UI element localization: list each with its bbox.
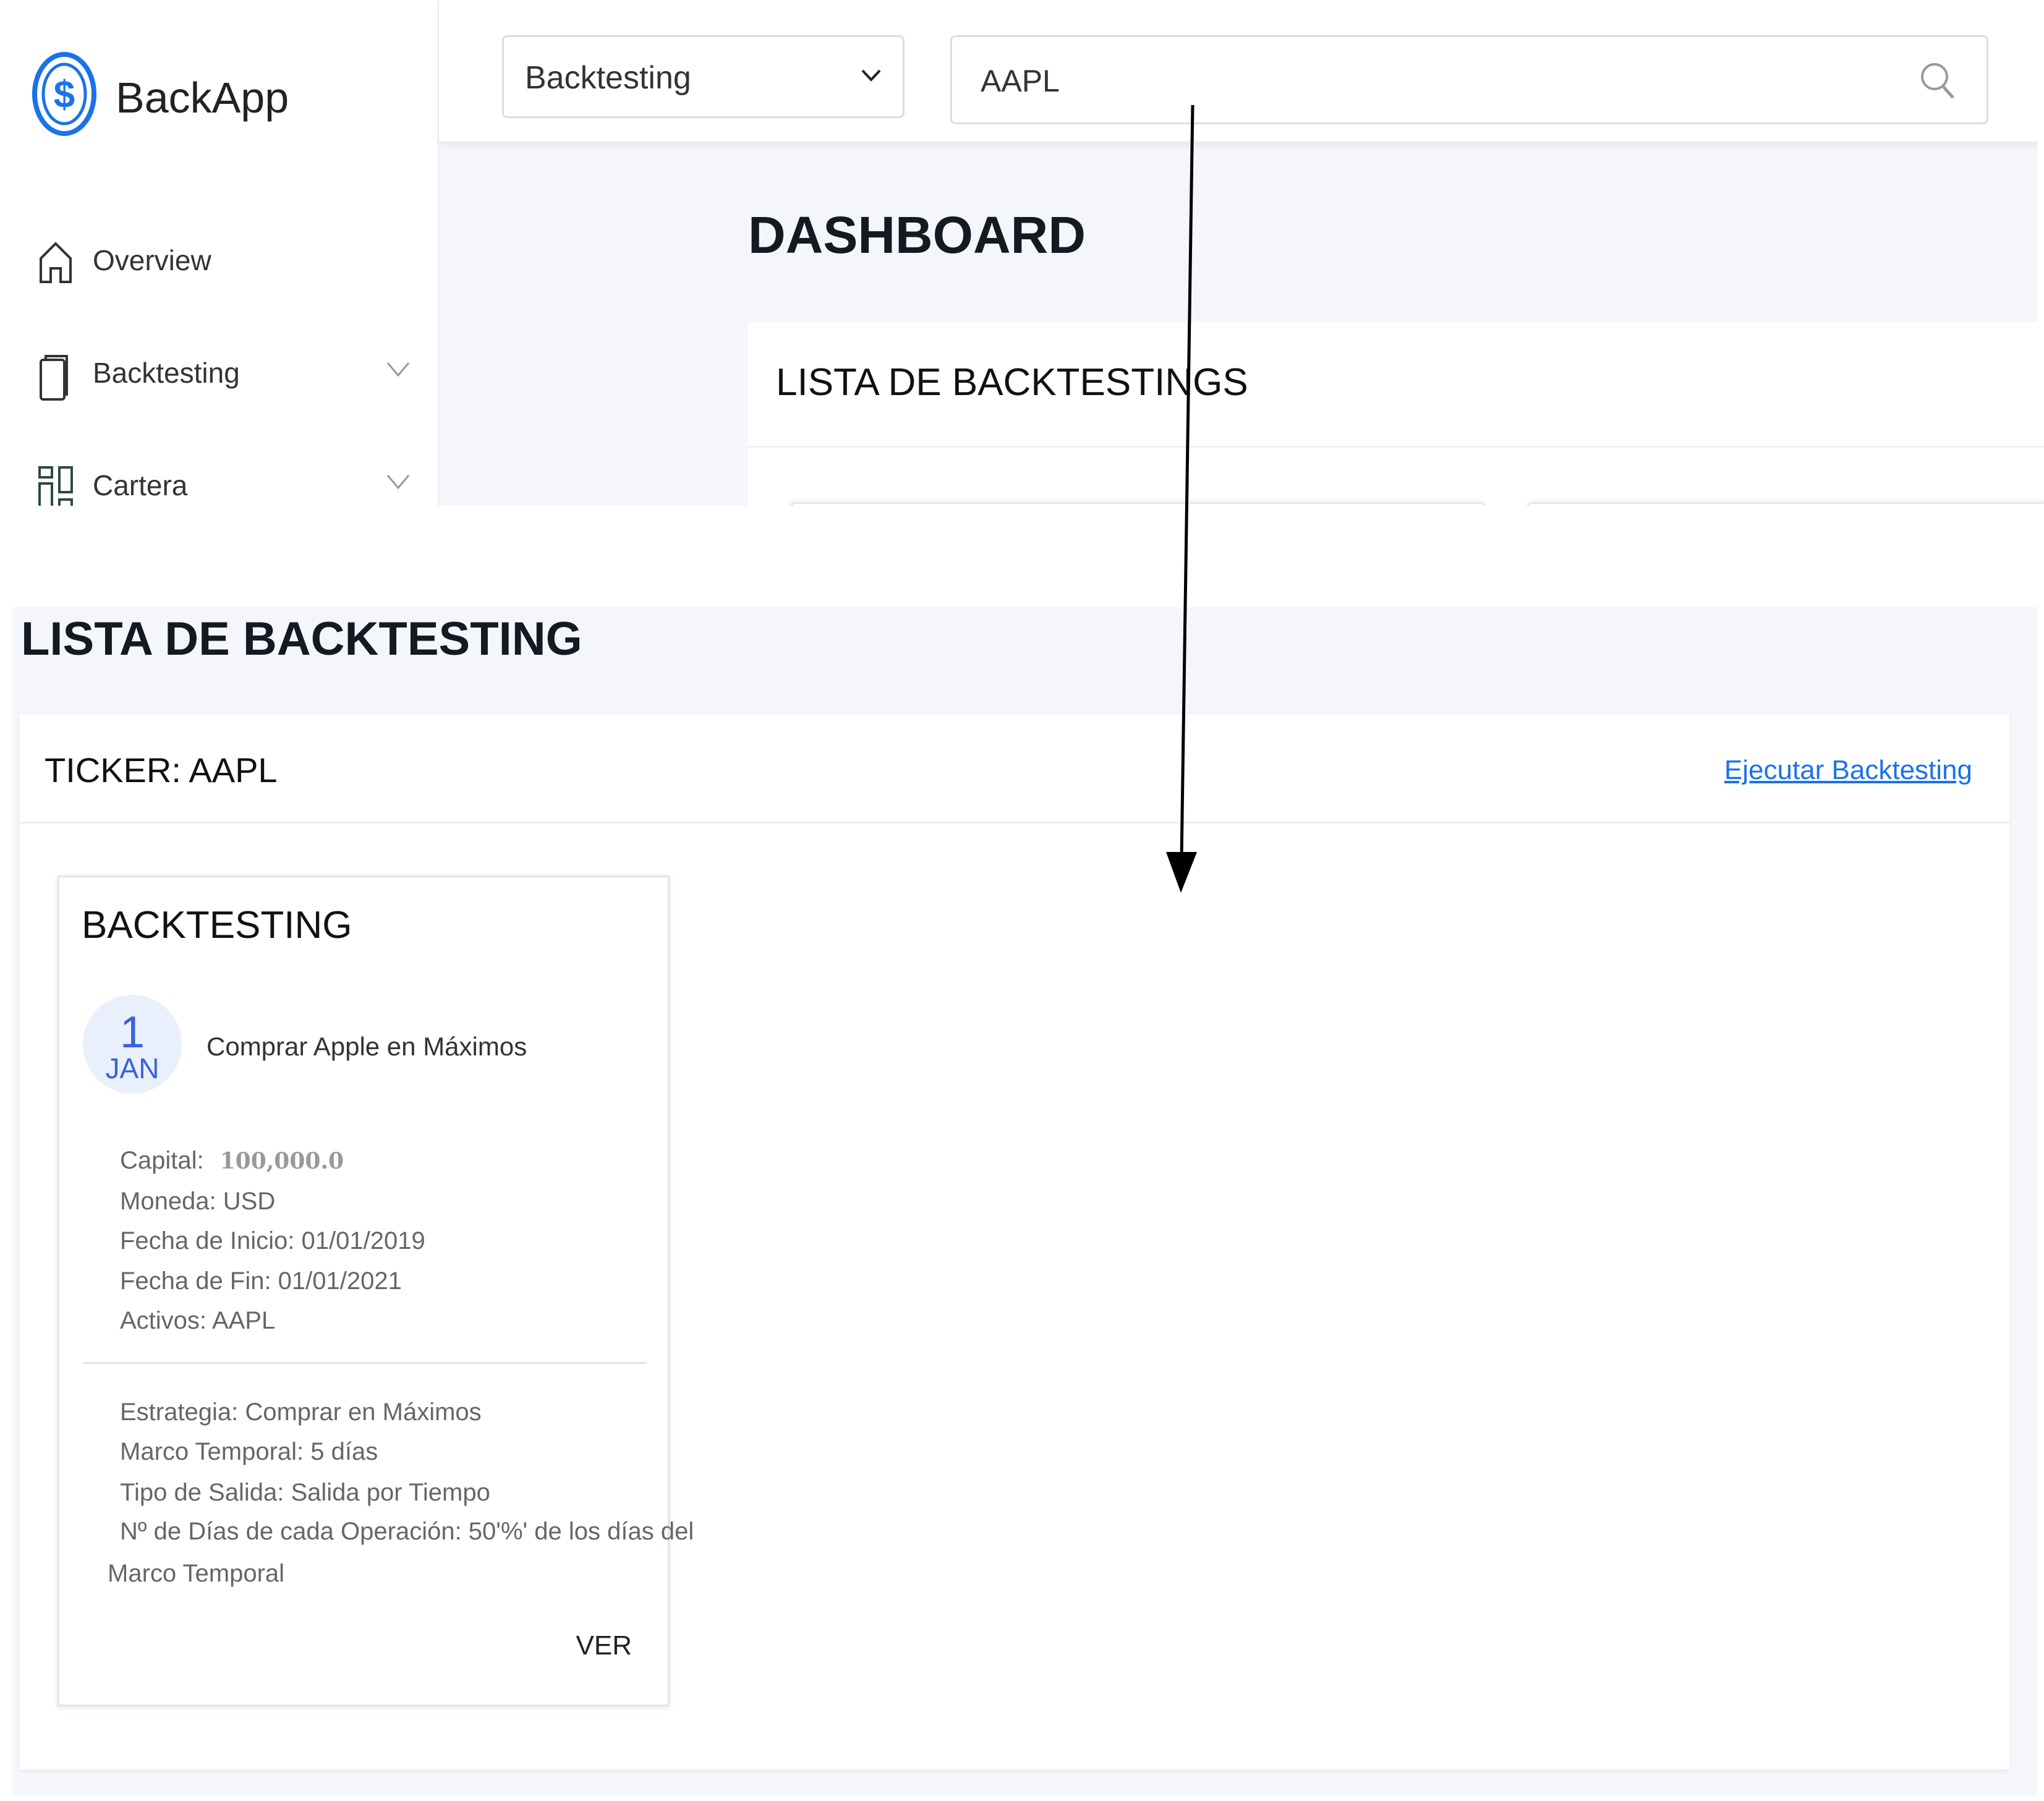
sidebar-item-backtesting[interactable]: Backtesting [0,335,438,409]
divider [83,1362,647,1364]
list-title: LISTA DE BACKTESTING [21,613,582,665]
select-value: Backtesting [525,60,691,96]
date-day: 1 [119,1008,145,1057]
sidebar-item-label: Overview [93,244,211,276]
page-title: DASHBOARD [748,206,1086,264]
backtesting-card: BACKTESTING 1 JAN Comprar Apple en Máxim… [57,875,694,1706]
document-icon [40,355,68,401]
dollar-logo-icon: $ [32,52,96,136]
card-title: BACKTESTING [82,904,352,947]
detail-days-per-op: Nº de Días de cada Operación: 50'%' de l… [120,1518,694,1545]
chevron-down-icon[interactable] [386,474,411,490]
run-backtesting-link[interactable]: Ejecutar Backtesting [1724,755,1972,786]
view-button[interactable]: VER [576,1630,632,1661]
section-select[interactable]: Backtesting [502,35,905,118]
detail-currency: Moneda: USD [120,1188,276,1215]
sidebar-item-overview[interactable]: Overview [0,223,438,297]
panel-title: LISTA DE BACKTESTINGS [776,361,1248,404]
home-icon [40,242,72,283]
ticker-label: TICKER: AAPL [45,751,278,790]
capital-row: Capital: 100,000.0 [120,1147,344,1175]
search-input[interactable] [979,56,1847,106]
capital-value: 100,000.0 [219,1148,344,1174]
detail-exit-type: Tipo de Salida: Salida por Tiempo [120,1479,490,1506]
sidebar-item-label: Backtesting [93,357,240,389]
detail-timeframe: Marco Temporal: 5 días [120,1438,378,1465]
chevron-down-icon [861,69,881,82]
search-icon[interactable] [1918,61,1956,100]
date-month: JAN [105,1052,160,1084]
detail-days-per-op-cont: Marco Temporal [108,1560,285,1587]
detail-assets: Activos: AAPL [120,1307,276,1334]
backtesting-name: Comprar Apple en Máximos [207,1032,527,1061]
separator [0,506,2044,607]
chevron-down-icon[interactable] [386,361,411,377]
sidebar-item-label: Cartera [93,469,188,501]
backtestings-panel: LISTA DE BACKTESTINGS [748,322,2044,520]
ticker-card-header [20,714,2009,824]
detail-strategy: Estrategia: Comprar en Máximos [120,1399,482,1426]
search-bar[interactable] [950,35,1988,124]
app-name: BackApp [116,74,289,122]
svg-text:$: $ [54,74,75,116]
capital-label: Capital: [120,1147,204,1174]
date-badge: 1 JAN [83,995,182,1094]
detail-end-date: Fecha de Fin: 01/01/2021 [120,1267,402,1295]
detail-start-date: Fecha de Inicio: 01/01/2019 [120,1227,425,1254]
